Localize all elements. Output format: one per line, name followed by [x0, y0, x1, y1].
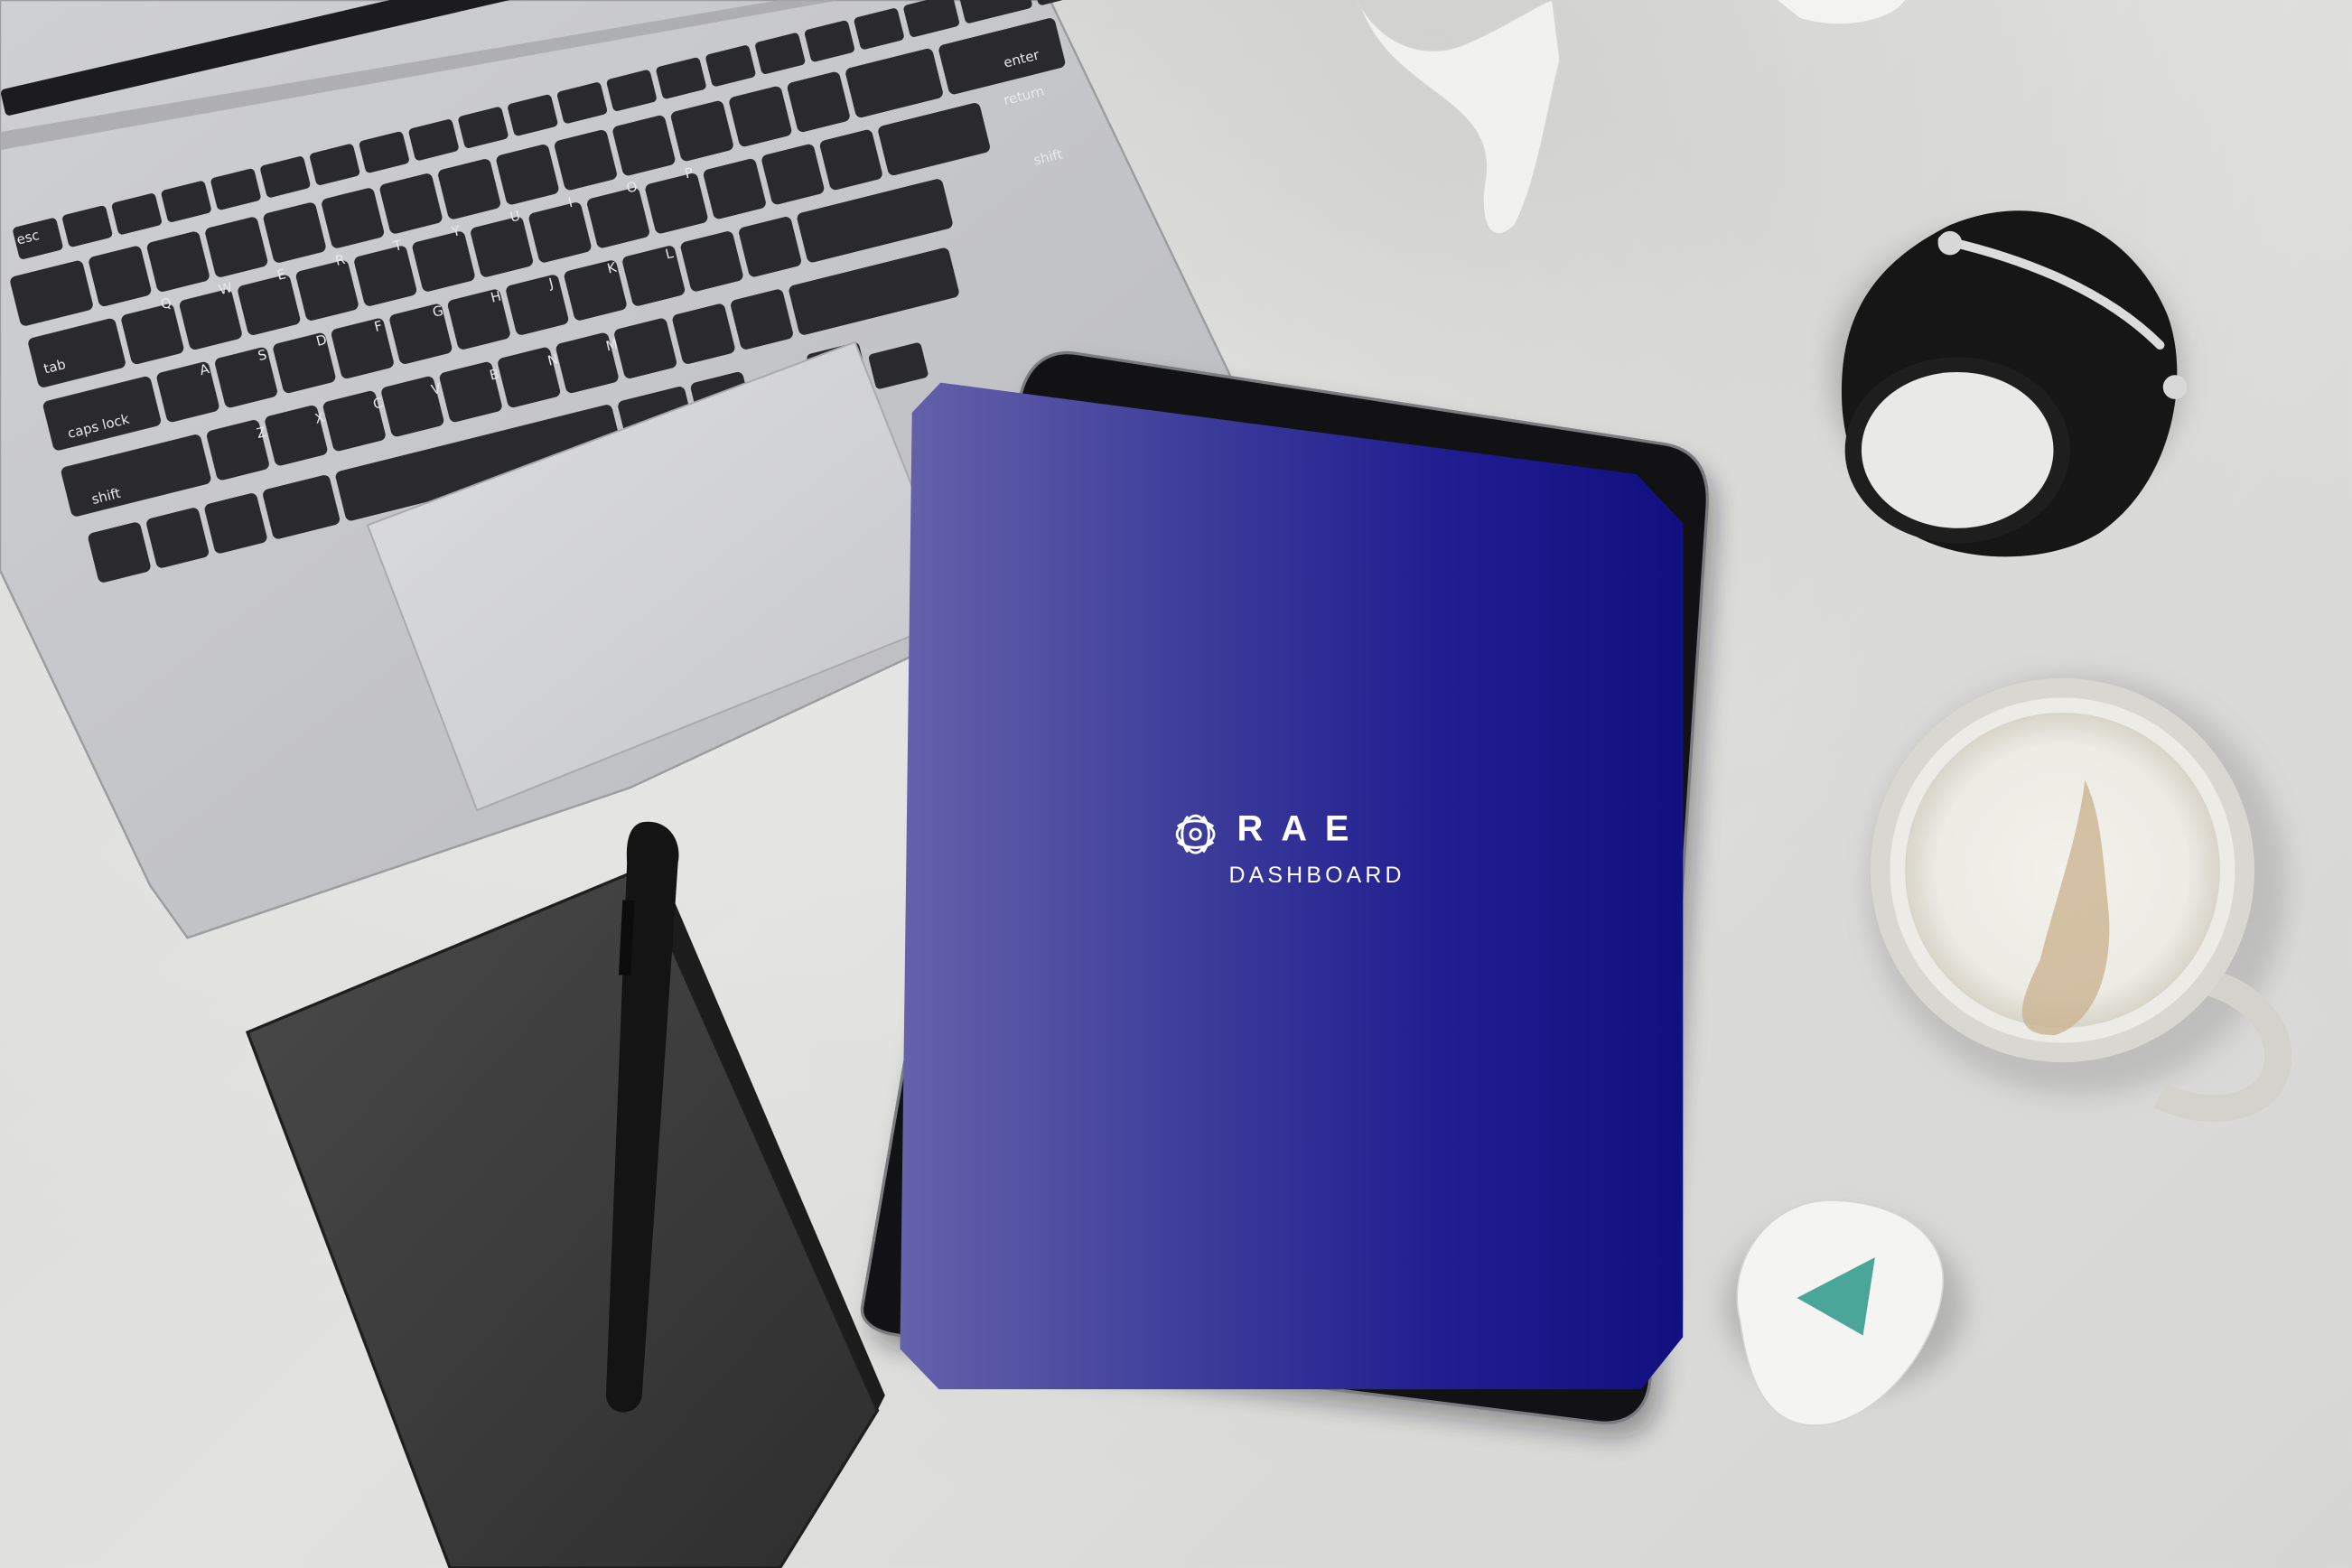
- alarm-clock: [1830, 210, 2188, 557]
- brand-name: RAE: [1237, 808, 1367, 850]
- notebook: [245, 868, 885, 1568]
- white-flower: [1357, 0, 1906, 235]
- rae-knot-logo-icon: [1175, 814, 1216, 854]
- tablet-screen[interactable]: RAE DASHBOARD: [900, 382, 1684, 1390]
- desk-scene: esc tab caps lock shift enter return shi…: [0, 0, 2352, 1568]
- brand-lockup: RAE DASHBOARD: [1170, 808, 1424, 888]
- coffee-cup: [1867, 675, 2292, 1123]
- brand-subtitle: DASHBOARD: [1228, 863, 1405, 889]
- earbuds-case: [1724, 1199, 1965, 1426]
